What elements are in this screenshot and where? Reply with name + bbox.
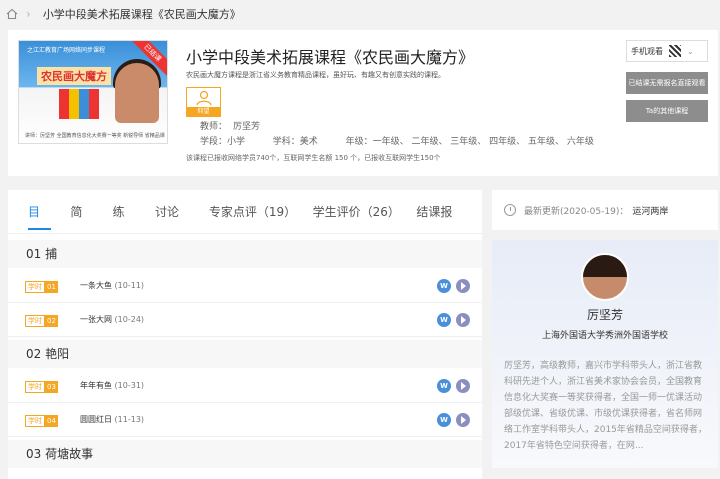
lesson-date: (10-24)	[112, 315, 145, 324]
play-icon[interactable]	[456, 279, 470, 293]
grade-value: 一年级、 二年级、 三年级、 四年级、 五年级、 六年级	[372, 137, 594, 147]
section-header: 02 艳阳	[8, 340, 482, 368]
lesson-date: (10-11)	[112, 281, 145, 290]
document-icon[interactable]: W	[437, 279, 451, 293]
update-link[interactable]: 运河两岸	[632, 204, 668, 217]
section-header: 03 荷塘故事	[8, 440, 482, 468]
lesson-badge-number: 03	[45, 381, 58, 393]
subject-label: 学科：	[272, 137, 300, 147]
tab-discussion[interactable]: 讨论区	[155, 190, 190, 263]
update-label: 最新更新(2020-05-19)：	[524, 206, 629, 217]
lesson-title[interactable]: 一条大鱼 (10-11)	[80, 280, 144, 291]
teacher-label: 教师：	[200, 122, 228, 132]
lesson-badge-label: 学时	[25, 415, 45, 427]
tab-report[interactable]: 结课报告	[416, 190, 463, 263]
lesson-badge-number: 04	[45, 415, 58, 427]
course-meta: 学段：小学 学科：美术 年级：一年级、 二年级、 三年级、 四年级、 五年级、 …	[200, 134, 594, 147]
chevron-right-icon: ›	[26, 7, 31, 21]
stage-value: 小学	[227, 137, 246, 147]
lesson-badge-label: 学时	[25, 281, 45, 293]
lesson-title[interactable]: 年年有鱼 (10-31)	[80, 380, 144, 391]
teacher-info: 教师： 厉坚芳	[200, 119, 266, 132]
play-icon[interactable]	[456, 313, 470, 327]
catalog-panel: 目录 简介 练习 讨论区 专家点评（19） 学生评价（26） 结课报告 01 捕…	[8, 190, 482, 479]
clock-icon	[504, 204, 516, 216]
lesson-badge-number: 02	[45, 315, 58, 327]
rubiks-cube-graphic	[59, 89, 99, 119]
course-description: 农民画大魔方课程是浙江省义务教育精品课程，虽好玩、有趣又有创意实践的课程。	[186, 71, 445, 79]
avatar[interactable]	[581, 253, 629, 301]
lesson-badge: 学时 02	[25, 315, 58, 327]
document-icon[interactable]: W	[437, 313, 451, 327]
home-icon[interactable]	[6, 8, 18, 20]
lesson-badge: 学时 04	[25, 415, 58, 427]
play-icon[interactable]	[456, 379, 470, 393]
tab-exercise[interactable]: 练习	[113, 190, 136, 263]
section-header: 01 捕	[8, 240, 482, 268]
lesson-badge: 学时 03	[25, 381, 58, 393]
lesson-name: 圆圆红日	[80, 415, 112, 424]
teacher-photo	[115, 63, 159, 123]
tab-student-review[interactable]: 学生评价（26）	[313, 190, 400, 234]
play-icon[interactable]	[456, 413, 470, 427]
teacher-card-bio: 厉坚芳，高级教师，嘉兴市学科带头人，浙江省教科研先进个人，浙江省美术家协会会员，…	[504, 361, 707, 451]
breadcrumb: › 小学中段美术拓展课程《农民画大魔方》	[0, 0, 720, 28]
cover-footer-text: 讲师：厉坚芳 全国教育信息化大奖赛一等奖 新锐导师 省精品课	[25, 133, 165, 139]
grade-label: 年级：	[345, 137, 373, 147]
teacher-card: 厉坚芳 上海外国语大学秀洲外国语学校 厉坚芳，高级教师，嘉兴市学科带头人，浙江省…	[492, 240, 718, 468]
tab-expert-review[interactable]: 专家点评（19）	[209, 190, 296, 234]
lesson-badge: 学时 01	[25, 281, 58, 293]
user-icon	[196, 90, 212, 106]
lesson-badge-label: 学时	[25, 381, 45, 393]
subject-value: 美术	[299, 137, 318, 147]
lesson-row[interactable]: 学时 04 圆圆红日 (11-13) W	[8, 404, 482, 437]
lesson-name: 一条大鱼	[80, 281, 112, 290]
tab-intro[interactable]: 简介	[70, 190, 93, 263]
mobile-watch-button[interactable]: 手机观看 ⌄	[626, 40, 708, 62]
cover-title-text: 农民画大魔方	[37, 67, 111, 85]
lesson-date: (10-31)	[112, 381, 145, 390]
direct-watch-button[interactable]: 已结课无需报名直接观看	[626, 72, 708, 94]
lesson-row[interactable]: 学时 03 年年有鱼 (10-31) W	[8, 370, 482, 403]
lesson-badge-number: 01	[45, 281, 58, 293]
lesson-title[interactable]: 一张大网 (10-24)	[80, 314, 144, 325]
document-icon[interactable]: W	[437, 379, 451, 393]
lesson-name: 一张大网	[80, 315, 112, 324]
tab-catalog[interactable]: 目录	[28, 190, 52, 263]
lesson-row[interactable]: 学时 01 一条大鱼 (10-11) W	[8, 270, 482, 303]
tab-bar: 目录 简介 练习 讨论区 专家点评（19） 学生评价（26） 结课报告	[8, 190, 482, 263]
course-tag-label: 仰望	[187, 107, 220, 116]
breadcrumb-current[interactable]: 小学中段美术拓展课程《农民画大魔方》	[43, 6, 241, 22]
chevron-down-icon: ⌄	[687, 46, 694, 56]
mobile-watch-label: 手机观看	[631, 46, 663, 56]
document-icon[interactable]: W	[437, 413, 451, 427]
lesson-row[interactable]: 学时 02 一张大网 (10-24) W	[8, 304, 482, 337]
cover-top-text: 之江汇教育广场网络同步课程	[27, 47, 106, 54]
teacher-card-school: 上海外国语大学秀洲外国语学校	[541, 331, 668, 341]
course-cover-image: 之江汇教育广场网络同步课程 农民画大魔方 已结课 讲师：厉坚芳 全国教育信息化大…	[18, 40, 168, 144]
course-header: 之江汇教育广场网络同步课程 农民画大魔方 已结课 讲师：厉坚芳 全国教育信息化大…	[8, 30, 718, 176]
lesson-name: 年年有鱼	[80, 381, 112, 390]
lesson-badge-label: 学时	[25, 315, 45, 327]
qr-code-icon	[669, 45, 681, 57]
teacher-card-name[interactable]: 厉坚芳	[492, 306, 718, 323]
latest-update: 最新更新(2020-05-19)： 运河两岸	[492, 190, 718, 230]
enrollment-stats: 该课程已报收网络学员740个，互联网学生名额 150 个，已报收互联网学生150…	[186, 154, 441, 162]
stage-label: 学段：	[200, 137, 228, 147]
course-tag: 仰望	[186, 87, 221, 117]
other-courses-button[interactable]: Ta的其他课程	[626, 100, 708, 122]
teacher-name[interactable]: 厉坚芳	[233, 122, 260, 132]
lesson-title[interactable]: 圆圆红日 (11-13)	[80, 414, 144, 425]
lesson-date: (11-13)	[112, 415, 145, 424]
course-title: 小学中段美术拓展课程《农民画大魔方》	[186, 48, 475, 67]
